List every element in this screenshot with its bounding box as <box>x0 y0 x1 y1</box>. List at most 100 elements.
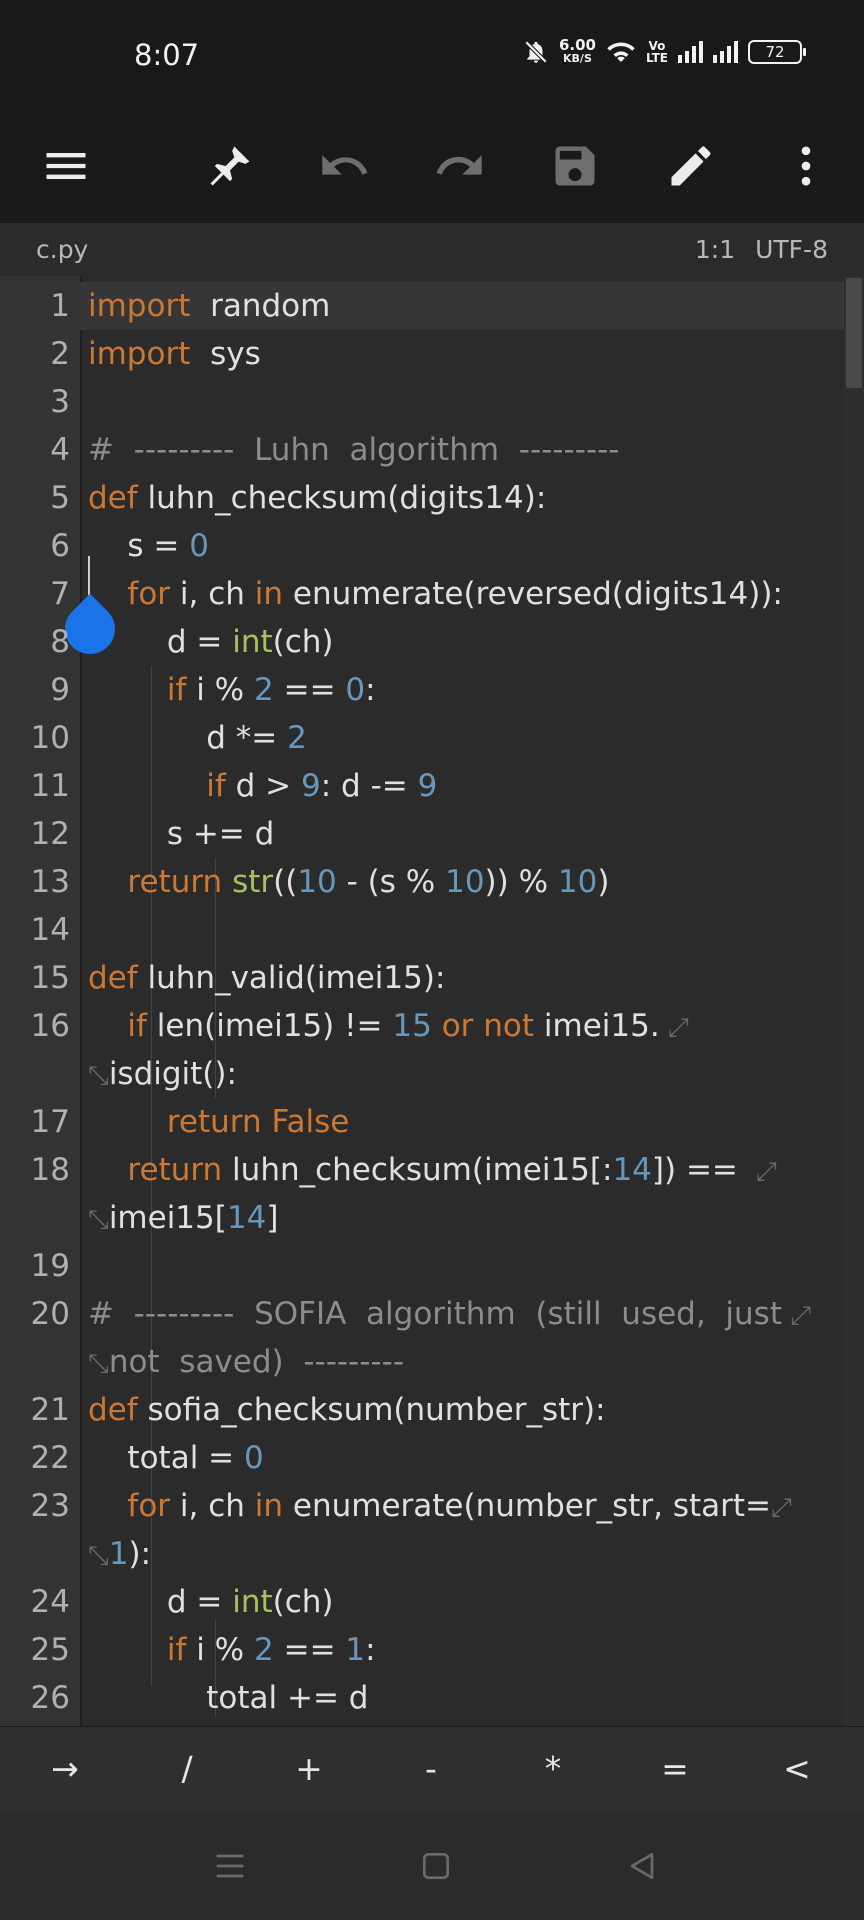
line-number: 20 <box>30 1296 70 1332</box>
code-line[interactable]: for i, ch in enumerate(number_str, start… <box>88 1482 792 1532</box>
menu-icon[interactable] <box>32 132 100 200</box>
code-line[interactable]: if i % 2 == 1: <box>88 1626 376 1674</box>
code-line[interactable]: s = 0 <box>88 522 209 570</box>
save-icon[interactable] <box>541 132 609 200</box>
code-token: sys <box>190 336 261 372</box>
code-line[interactable]: d = int(ch) <box>88 618 334 666</box>
code-token: for <box>88 1488 171 1524</box>
symbol-key-bar: → / + - * = < <box>0 1726 864 1815</box>
code-line[interactable]: return False <box>88 1098 349 1146</box>
code-token: ]) == <box>651 1152 748 1188</box>
code-token: i, ch <box>170 1488 255 1524</box>
back-triangle-icon[interactable] <box>622 1846 662 1886</box>
undo-icon[interactable] <box>310 132 378 200</box>
symbol-key[interactable]: < <box>736 1749 858 1788</box>
code-line[interactable]: return str((10 - (s % 10)) % 10) <box>88 858 609 906</box>
code-token: int <box>232 1584 273 1620</box>
code-line[interactable]: for i, ch in enumerate(reversed(digits14… <box>88 570 782 618</box>
code-token: # --------- SOFIA algorithm (still used,… <box>88 1296 782 1332</box>
line-number: 26 <box>30 1680 70 1716</box>
code-token: luhn_valid(imei15): <box>137 960 446 996</box>
editor-scrollbar[interactable] <box>844 276 864 1726</box>
line-number: 1 <box>50 288 70 324</box>
code-token: for <box>88 576 171 612</box>
code-line[interactable]: ⤡not saved) --------- <box>88 1338 404 1388</box>
code-line[interactable]: if len(imei15) != 15 or not imei15. ⤢ <box>88 1002 688 1052</box>
line-number: 4 <box>50 432 70 468</box>
code-token: : <box>365 1632 376 1668</box>
code-line[interactable]: if i % 2 == 0: <box>88 666 376 714</box>
code-line[interactable]: total += d <box>88 1674 368 1722</box>
code-line[interactable]: # --------- Luhn algorithm --------- <box>88 426 619 474</box>
code-line[interactable]: import sys <box>88 330 261 378</box>
file-encoding[interactable]: UTF-8 <box>755 235 828 264</box>
code-token: - (s % <box>336 864 446 900</box>
symbol-key[interactable]: + <box>248 1749 370 1788</box>
symbol-key[interactable]: - <box>370 1749 492 1788</box>
symbol-key[interactable]: = <box>614 1749 736 1788</box>
code-line[interactable]: s += d <box>88 810 275 858</box>
symbol-key[interactable]: * <box>492 1749 614 1788</box>
wrap-indicator-icon: ⤡ <box>88 1349 109 1379</box>
home-square-icon[interactable] <box>416 1846 456 1886</box>
code-editor[interactable]: 1 import random 2 import sys 3 4 # --------- L… <box>0 276 864 1726</box>
code-line[interactable]: ⤡1): <box>88 1530 151 1580</box>
code-token: return <box>88 1152 223 1188</box>
mute-icon <box>524 40 548 64</box>
code-token: def <box>88 1392 138 1428</box>
symbol-key[interactable]: → <box>4 1749 126 1788</box>
code-line[interactable]: def sofia_checksum(number_str): <box>88 1386 606 1434</box>
code-token: i, ch <box>170 576 255 612</box>
code-line[interactable]: return luhn_checksum(imei15[:14]) == ⤢ <box>88 1146 776 1196</box>
line-number: 9 <box>50 672 70 708</box>
code-line[interactable]: total = 0 <box>88 1434 263 1482</box>
line-number: 22 <box>30 1440 70 1476</box>
line-number: 14 <box>30 912 70 948</box>
file-name[interactable]: c.py <box>36 235 88 264</box>
code-token: 2 <box>254 672 274 708</box>
edit-icon[interactable] <box>657 132 725 200</box>
code-token: ) <box>597 864 610 900</box>
code-line[interactable]: ⤡isdigit(): <box>88 1050 237 1100</box>
code-token: 15 <box>392 1008 432 1044</box>
code-token: if <box>88 768 226 804</box>
code-token: (( <box>273 864 298 900</box>
code-token: == <box>273 1632 346 1668</box>
code-token: isdigit(): <box>108 1056 237 1092</box>
status-time: 8:07 <box>134 38 200 72</box>
redo-icon[interactable] <box>426 132 494 200</box>
wrap-indicator-icon: ⤡ <box>88 1205 109 1235</box>
line-number: 10 <box>30 720 70 756</box>
line-number: 3 <box>50 384 70 420</box>
code-token: ] <box>266 1200 279 1236</box>
line-number: 19 <box>30 1248 70 1284</box>
code-line[interactable]: import random <box>88 282 330 330</box>
code-token: 0 <box>345 672 366 708</box>
pin-icon[interactable] <box>196 132 264 200</box>
code-token: 10 <box>557 864 598 900</box>
code-token: ): <box>128 1536 152 1572</box>
code-line[interactable]: if d > 9: d -= 9 <box>88 762 437 810</box>
code-line[interactable]: ⤡imei15[14] <box>88 1194 278 1244</box>
wrap-indicator-icon: ⤢ <box>771 1493 792 1523</box>
code-line[interactable]: def luhn_checksum(digits14): <box>88 474 546 522</box>
code-token: import <box>88 336 191 372</box>
code-token: 10 <box>445 864 485 900</box>
cursor-info: 1:1 UTF-8 <box>675 235 828 264</box>
more-vert-icon[interactable] <box>772 132 840 200</box>
code-token: (ch) <box>272 1584 334 1620</box>
recents-menu-icon[interactable] <box>210 1846 250 1886</box>
code-token: 1 <box>345 1632 366 1668</box>
code-line[interactable]: d *= 2 <box>88 714 307 762</box>
code-token: int <box>232 624 273 660</box>
symbol-key[interactable]: / <box>126 1749 248 1788</box>
code-line[interactable]: d = int(ch) <box>88 1578 334 1626</box>
code-line[interactable]: # --------- SOFIA algorithm (still used,… <box>88 1290 811 1340</box>
file-info-bar: c.py 1:1 UTF-8 <box>0 222 864 277</box>
line-number: 24 <box>30 1584 70 1620</box>
code-token: d > <box>225 768 301 804</box>
code-token: total = <box>88 1440 244 1476</box>
code-token: enumerate(number_str, start= <box>283 1488 772 1524</box>
code-line[interactable]: def luhn_valid(imei15): <box>88 954 445 1002</box>
scrollbar-thumb[interactable] <box>846 278 862 388</box>
